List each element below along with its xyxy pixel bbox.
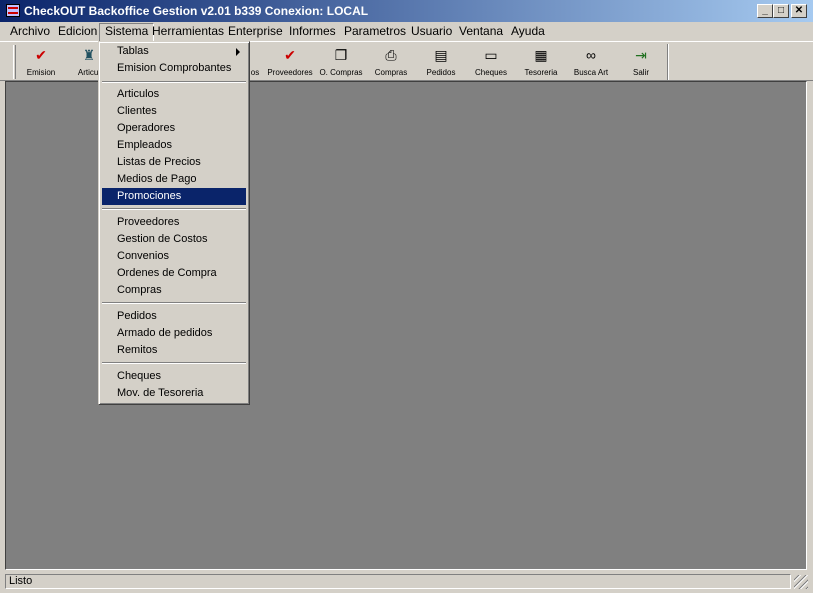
menu-ayuda[interactable]: Ayuda (506, 23, 550, 40)
submenu-arrow-icon (236, 48, 240, 56)
toolbar-button-pedidos[interactable]: ▤ Pedidos (416, 44, 466, 80)
menu-item-armado-de-pedidos[interactable]: Armado de pedidos (102, 325, 246, 342)
toolbar-label: Salir (632, 68, 649, 77)
menu-item-label: Tablas (117, 45, 149, 57)
check-card-icon: ▭ (484, 47, 498, 63)
toolbar-button-compras[interactable]: ⎙ Compras (366, 44, 416, 80)
toolbar-button-proveedores[interactable]: ✔ Proveedores (265, 44, 315, 80)
menu-item-proveedores[interactable]: Proveedores (102, 214, 246, 231)
menu-archivo[interactable]: Archivo (5, 23, 55, 40)
menu-separator (102, 362, 246, 364)
menu-item-tablas[interactable]: Tablas (102, 43, 246, 60)
menu-item-gestion-de-costos[interactable]: Gestion de Costos (102, 231, 246, 248)
menu-item-articulos[interactable]: Articulos (102, 86, 246, 103)
menu-enterprise[interactable]: Enterprise (223, 23, 288, 40)
title-bar: CheckOUT Backoffice Gestion v2.01 b339 C… (0, 0, 813, 22)
menu-item-promociones[interactable]: Promociones (102, 188, 246, 205)
menu-item-operadores[interactable]: Operadores (102, 120, 246, 137)
menu-separator (102, 302, 246, 304)
calculator-icon: ▦ (534, 47, 548, 63)
menu-edicion[interactable]: Edicion (53, 23, 102, 40)
toolbar-button-cheques[interactable]: ▭ Cheques (466, 44, 516, 80)
menu-item-ordenes-de-compra[interactable]: Ordenes de Compra (102, 265, 246, 282)
menu-informes[interactable]: Informes (284, 23, 341, 40)
status-bar: Listo (3, 573, 810, 591)
menu-separator (102, 208, 246, 210)
exit-door-icon: ⇥ (635, 47, 647, 63)
resize-grip-icon[interactable] (794, 575, 808, 589)
menu-separator (102, 81, 246, 83)
menu-item-cheques[interactable]: Cheques (102, 368, 246, 385)
menu-item-convenios[interactable]: Convenios (102, 248, 246, 265)
menu-ventana[interactable]: Ventana (454, 23, 508, 40)
toolbar-button-o-compras[interactable]: ❐ O. Compras (316, 44, 366, 80)
checkmark-icon: ✔ (284, 47, 296, 63)
toolbar-button-salir[interactable]: ⇥ Salir (616, 44, 666, 80)
menu-item-emision-comprobantes[interactable]: Emision Comprobantes (102, 60, 246, 77)
printer-icon: ⎙ (385, 47, 397, 63)
minimize-button[interactable]: _ (757, 4, 773, 18)
menu-item-compras[interactable]: Compras (102, 282, 246, 299)
menu-item-remitos[interactable]: Remitos (102, 342, 246, 359)
menu-item-empleados[interactable]: Empleados (102, 137, 246, 154)
menu-item-medios-de-pago[interactable]: Medios de Pago (102, 171, 246, 188)
menu-usuario[interactable]: Usuario (406, 23, 457, 40)
document-copy-icon: ❐ (334, 47, 348, 63)
window-title: CheckOUT Backoffice Gestion v2.01 b339 C… (24, 4, 369, 18)
toolbar-separator (667, 44, 669, 80)
binoculars-icon: ∞ (586, 47, 596, 63)
toolbar-button-tesoreria[interactable]: ▦ Tesoreria (516, 44, 566, 80)
menu-item-pedidos[interactable]: Pedidos (102, 308, 246, 325)
maximize-button[interactable]: □ (773, 4, 789, 18)
close-button[interactable]: ✕ (791, 4, 807, 18)
checkmark-icon: ✔ (35, 47, 47, 63)
menu-herramientas[interactable]: Herramientas (147, 23, 229, 40)
app-icon[interactable] (6, 4, 20, 17)
menu-parametros[interactable]: Parametros (339, 23, 411, 40)
menu-item-mov-de-tesoreria[interactable]: Mov. de Tesoreria (102, 385, 246, 402)
toolbar-button-busca-art[interactable]: ∞ Busca Art (566, 44, 616, 80)
status-text: Listo (5, 574, 791, 589)
window-icon: ▤ (434, 47, 448, 63)
menu-item-listas-de-precios[interactable]: Listas de Precios (102, 154, 246, 171)
menu-bar: Archivo Edicion Sistema Herramientas Ent… (0, 22, 813, 42)
sistema-dropdown-menu: Tablas Emision Comprobantes Articulos Cl… (98, 41, 250, 405)
menu-item-clientes[interactable]: Clientes (102, 103, 246, 120)
